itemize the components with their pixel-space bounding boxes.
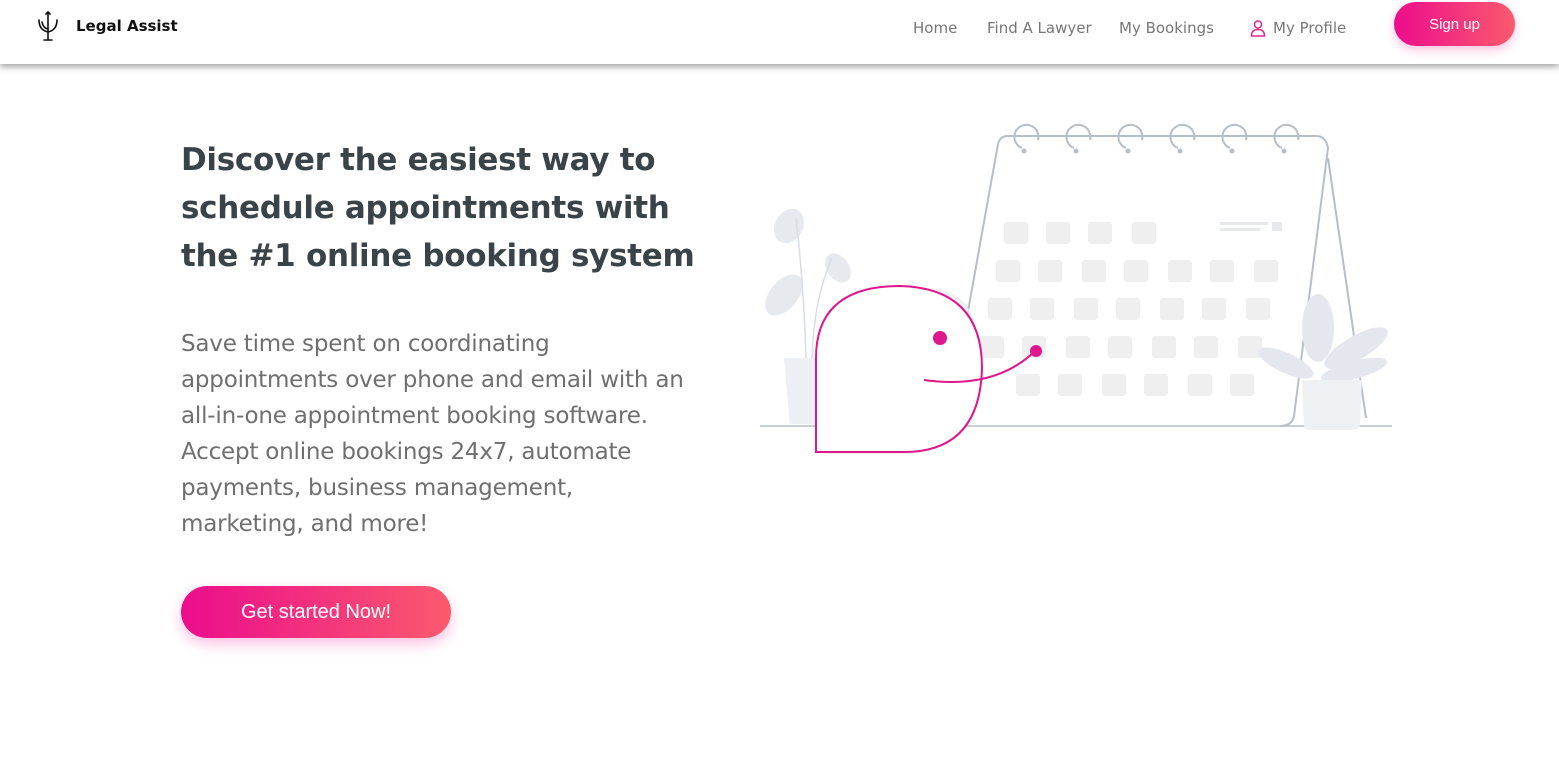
right-plant: [1258, 294, 1388, 430]
nav-my-bookings-link[interactable]: My Bookings: [1119, 19, 1214, 37]
nav-my-profile-label: My Profile: [1273, 19, 1347, 37]
get-started-button[interactable]: Get started Now!: [181, 586, 451, 638]
user-icon: [1250, 20, 1266, 37]
brand-name: Legal Assist: [76, 17, 178, 35]
top-navbar: Legal Assist Home Find A Lawyer My Booki…: [0, 0, 1559, 64]
nav-home-link[interactable]: Home: [913, 19, 957, 37]
hero-description: Save time spent on coordinating appointm…: [181, 331, 684, 537]
signup-button[interactable]: Sign up: [1394, 2, 1515, 46]
brand[interactable]: Legal Assist: [36, 10, 178, 42]
nav-find-lawyer-link[interactable]: Find A Lawyer: [987, 19, 1092, 37]
hero-title: Discover the easiest way to schedule app…: [181, 142, 695, 274]
trident-icon: [38, 10, 58, 41]
nav-my-profile-link[interactable]: My Profile: [1249, 19, 1346, 37]
calendar-illustration: [760, 123, 1392, 454]
